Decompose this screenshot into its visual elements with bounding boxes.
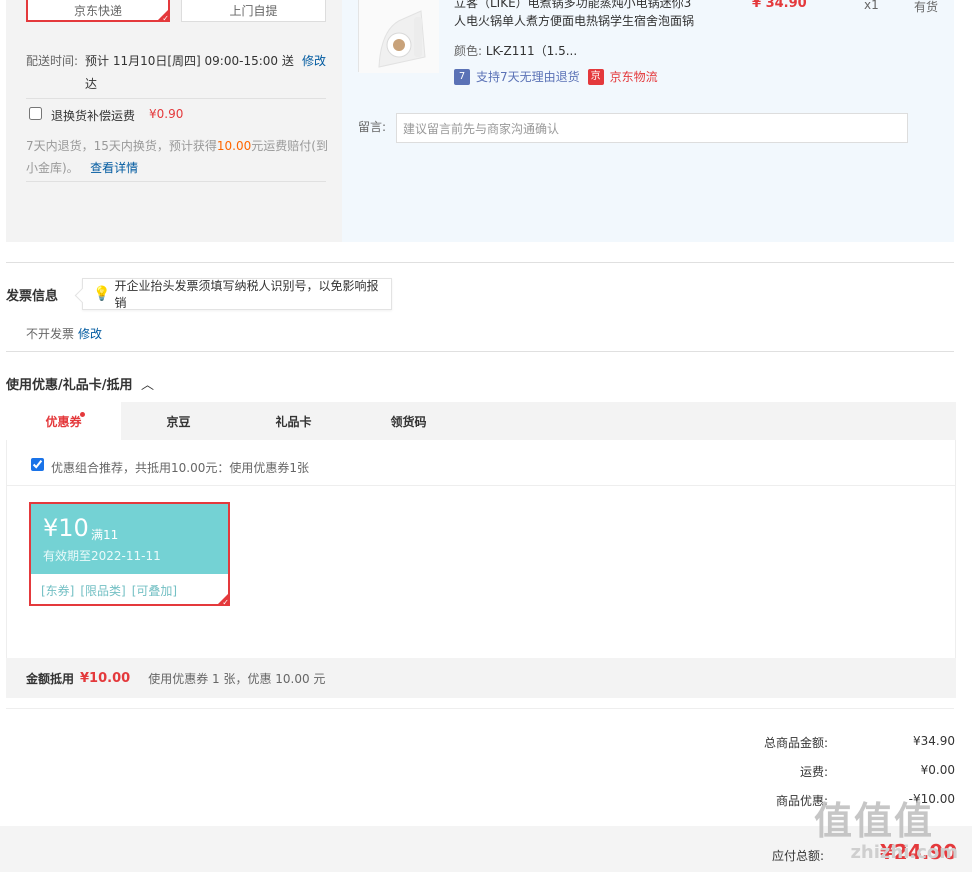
return-desc-text: 小金库)。	[26, 161, 79, 175]
notification-dot	[80, 412, 85, 417]
return-description: 7天内退货，15天内换货，预计获得10.00元运费赔付(到 小金库)。 查看详情	[26, 135, 336, 179]
return-insurance-price: ¥0.90	[149, 107, 184, 121]
coupon-tag: [限品类]	[80, 584, 126, 598]
discount-tabs: 优惠券 京豆 礼品卡 领货码	[6, 402, 956, 441]
discounts-title[interactable]: 使用优惠/礼品卡/抵用 ︿	[6, 374, 154, 393]
shipping-option-jd-express[interactable]: 京东快递	[26, 0, 170, 23]
coupon-tag: [东券]	[41, 584, 75, 598]
shipping-fee-label: 运费:	[799, 765, 828, 779]
product-color-label: 颜色:	[454, 44, 483, 58]
coupon-validity: 有效期至2022-11-11	[43, 549, 161, 563]
return-7day-icon: 7	[454, 68, 470, 85]
shipping-option-label: 上门自提	[229, 3, 278, 18]
lightbulb-icon: 💡	[93, 286, 111, 302]
message-label: 留言:	[358, 120, 387, 134]
shipping-product-panel: 京东快递 上门自提 配送时间: 预计 11月10日[周四] 09:00-15:0…	[6, 0, 954, 242]
tab-label: 领货码	[390, 414, 427, 429]
product-image	[359, 0, 439, 73]
tab-label: 优惠券	[45, 415, 82, 429]
invoice-edit-link[interactable]: 修改	[78, 325, 102, 342]
return-desc-text: 元运费赔付(到	[251, 139, 328, 153]
return-insurance-checkbox[interactable]	[29, 107, 42, 120]
jd-logistics-text: 京东物流	[609, 70, 658, 84]
delivery-edit-link[interactable]: 修改	[302, 52, 326, 69]
coupon-amount: ¥10	[43, 514, 89, 542]
service-badges: 7 支持7天无理由退货 京 京东物流	[454, 68, 658, 85]
invoice-status: 不开发票	[26, 327, 75, 341]
return-desc-text: 7天内退货，15天内换货，预计获得	[26, 139, 217, 153]
divider	[26, 98, 326, 99]
watermark-url: zhizhi.com	[850, 842, 958, 863]
tab-claim-code[interactable]: 领货码	[351, 402, 466, 440]
divider	[6, 351, 954, 352]
coupon-tag: [可叠加]	[131, 584, 178, 598]
divider	[6, 708, 954, 709]
return-insurance-label: 退换货补偿运费	[51, 109, 136, 123]
message-input[interactable]: 建议留言前先与商家沟通确认	[396, 113, 908, 143]
product-color-value: LK-Z111（1.5...	[485, 44, 578, 58]
invoice-tip: 💡 开企业抬头发票须填写纳税人识别号，以免影响报销	[82, 278, 392, 310]
amount-value: ¥10.00	[80, 670, 131, 686]
shipping-option-label: 京东快递	[73, 3, 122, 18]
coupon-panel: 优惠组合推荐，共抵用10.00元：使用优惠券1张 ¥10 满11 有效期至202…	[6, 440, 956, 658]
selected-check-icon	[156, 8, 170, 23]
tab-label: 礼品卡	[275, 414, 312, 429]
coupon-card[interactable]: ¥10 满11 有效期至2022-11-11 [东券] [限品类] [可叠加]	[29, 502, 230, 607]
amount-label: 金额抵用	[26, 671, 75, 686]
shipping-fee-value: ¥0.00	[920, 763, 955, 777]
tab-coupons[interactable]: 优惠券	[6, 402, 121, 441]
coupon-face: ¥10 满11 有效期至2022-11-11	[31, 504, 228, 574]
tab-gift-card[interactable]: 礼品卡	[236, 402, 351, 440]
product-quantity: x1	[864, 0, 879, 12]
shipping-option-self-pickup[interactable]: 上门自提	[181, 0, 326, 22]
product-title-line: 人电火锅单人煮方便面电热锅学生宿舍泡面锅	[454, 14, 695, 28]
total-items-label: 总商品金额:	[763, 736, 828, 750]
pay-total-label: 应付总额:	[772, 849, 825, 863]
divider	[7, 485, 955, 486]
amount-desc: 使用优惠券 1 张，优惠 10.00 元	[148, 671, 326, 686]
return-7day-text[interactable]: 支持7天无理由退货	[476, 68, 580, 85]
watermark-logo: 值值值	[814, 799, 935, 843]
total-items-value: ¥34.90	[913, 734, 955, 748]
discounts-title-text: 使用优惠/礼品卡/抵用	[6, 378, 133, 393]
invoice-tip-text: 开企业抬头发票须填写纳税人识别号，以免影响报销	[114, 279, 379, 310]
tab-label: 京豆	[166, 414, 191, 429]
chevron-up-icon: ︿	[141, 378, 155, 393]
divider	[6, 262, 954, 263]
return-desc-amount: 10.00	[216, 139, 252, 153]
return-detail-link[interactable]: 查看详情	[90, 161, 138, 175]
jd-logistics-icon: 京	[587, 68, 604, 85]
product-stock-status: 有货	[914, 0, 939, 14]
coupon-threshold: 满11	[91, 528, 119, 542]
delivery-time-label: 配送时间:	[26, 54, 79, 68]
product-thumbnail[interactable]	[358, 0, 439, 73]
product-color: 颜色: LK-Z111（1.5...	[454, 42, 577, 59]
product-discount-label: 商品优惠:	[775, 794, 828, 808]
invoice-title: 发票信息	[6, 289, 59, 304]
product-price: ¥ 34.90	[752, 0, 807, 11]
selected-check-icon	[216, 592, 230, 607]
delivery-time-value: 预计 11月10日[周四] 09:00-15:00 送	[85, 54, 294, 68]
discount-amount-bar: 金额抵用 ¥10.00 使用优惠券 1 张，优惠 10.00 元	[6, 658, 956, 698]
product-title[interactable]: 立客（LIKE）电煮锅多功能蒸炖小电锅迷你3 人电火锅单人煮方便面电热锅学生宿舍…	[454, 0, 704, 30]
shipping-section: 京东快递 上门自提 配送时间: 预计 11月10日[周四] 09:00-15:0…	[6, 0, 342, 242]
coupon-tags: [东券] [限品类] [可叠加]	[41, 582, 177, 599]
product-section: 立客（LIKE）电煮锅多功能蒸炖小电锅迷你3 人电火锅单人煮方便面电热锅学生宿舍…	[342, 0, 954, 242]
product-title-line: 立客（LIKE）电煮锅多功能蒸炖小电锅迷你3	[454, 0, 692, 10]
recommend-checkbox[interactable]	[31, 458, 44, 471]
divider	[26, 181, 326, 182]
recommend-text: 优惠组合推荐，共抵用10.00元：使用优惠券1张	[51, 461, 309, 475]
delivery-time-value-cont: 达	[85, 77, 98, 91]
tab-jd-beans[interactable]: 京豆	[121, 402, 236, 440]
